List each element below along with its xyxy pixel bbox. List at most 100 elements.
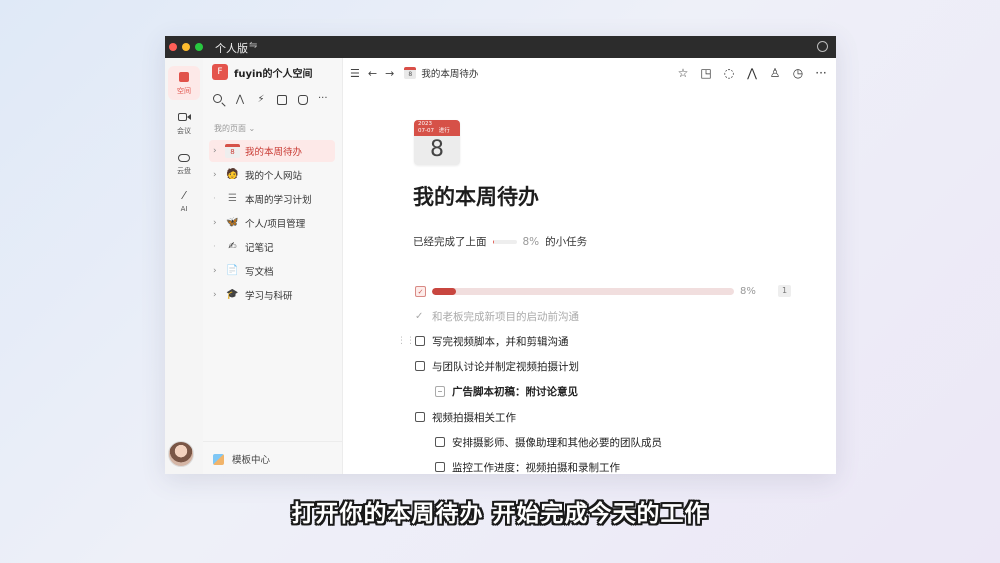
sidebar-item-personal-site[interactable]: › 🧑 我的个人网站 xyxy=(209,164,335,186)
expand-icon[interactable]: › xyxy=(213,218,222,228)
share-graph-icon[interactable]: ⋀ xyxy=(234,94,246,106)
task-text: 视频拍摄相关工作 xyxy=(432,411,516,424)
drag-handle-icon[interactable]: ⋮⋮ xyxy=(397,336,415,346)
sidebar-item-label: 本周的学习计划 xyxy=(245,195,312,206)
menu-icon[interactable]: ☰ xyxy=(350,67,360,80)
sync-icon[interactable] xyxy=(817,41,828,52)
minimize-window-button[interactable] xyxy=(182,43,190,51)
checkbox[interactable] xyxy=(415,336,425,346)
rail-label: AI xyxy=(180,205,188,213)
task-text: 和老板完成新项目的启动前沟通 xyxy=(432,310,579,323)
page-title[interactable]: 我的本周待办 xyxy=(413,181,539,211)
title-bar: 个人版 ⇋ xyxy=(165,36,836,58)
top-toolbar: ☆ ◳ ◌ ⋀ ♙ ◷ ··· xyxy=(676,66,828,80)
rail-item-meeting[interactable]: 会议 xyxy=(168,106,200,140)
task-text: 安排摄影师、摄像助理和其他必要的团队成员 xyxy=(452,436,662,449)
collaborator-icon[interactable]: ♙ xyxy=(768,66,782,80)
app-rail: 空间 会议 云盘 ⁄ AI xyxy=(165,58,203,474)
search-icon[interactable] xyxy=(213,94,225,106)
video-subtitle: 打开你的本周待办 开始完成今天的工作 xyxy=(291,501,709,527)
checkbox[interactable] xyxy=(415,412,425,422)
sidebar-item-label: 我的本周待办 xyxy=(245,147,303,158)
subtask-item[interactable]: 安排摄影师、摄像助理和其他必要的团队成员 xyxy=(435,434,662,450)
sidebar-item-label: 写文档 xyxy=(245,267,274,278)
butterfly-icon: 🦋 xyxy=(226,217,239,228)
main-content: ☰ ← → 8 我的本周待办 ☆ ◳ ◌ ⋀ ♙ ◷ ··· 2023 07-0… xyxy=(343,58,836,474)
document-icon xyxy=(435,385,445,397)
subtask-item[interactable]: 监控工作进度：视频拍摄和录制工作 xyxy=(435,459,620,474)
checkbox[interactable] xyxy=(435,437,445,447)
calendar-day: 8 xyxy=(430,137,444,162)
template-center-button[interactable]: 模板中心 xyxy=(213,452,270,466)
rail-label: 云盘 xyxy=(177,167,191,175)
switch-edition-icon[interactable]: ⇋ xyxy=(249,40,257,51)
space-icon xyxy=(177,70,191,84)
rail-item-cloud[interactable]: 云盘 xyxy=(168,146,200,180)
sidebar-item-research[interactable]: › 🎓 学习与科研 xyxy=(209,284,335,306)
history-icon[interactable]: ◷ xyxy=(791,66,805,80)
more-icon[interactable]: ··· xyxy=(814,66,828,80)
rail-label: 空间 xyxy=(177,87,191,95)
present-icon[interactable]: ◳ xyxy=(699,66,713,80)
section-label-my-pages[interactable]: 我的页面 ⌄ xyxy=(214,123,255,134)
checkbox-checked-icon[interactable]: ✓ xyxy=(415,285,426,297)
page-calendar-icon[interactable]: 2023 07-07 进行 8 xyxy=(414,120,460,165)
workspace-avatar: F xyxy=(212,64,228,80)
video-icon xyxy=(177,110,191,124)
star-icon[interactable]: ☆ xyxy=(676,66,690,80)
share-icon[interactable]: ⋀ xyxy=(745,66,759,80)
sidebar-item-notes[interactable]: · ✍ 记笔记 xyxy=(209,236,335,258)
check-icon[interactable]: ✓ xyxy=(415,311,425,322)
task-item[interactable]: ✓ 和老板完成新项目的启动前沟通 xyxy=(415,308,579,324)
sidebar-item-write-doc[interactable]: › 📄 写文档 xyxy=(209,260,335,282)
zoom-window-button[interactable] xyxy=(195,43,203,51)
sidebar-item-study-plan[interactable]: · ☰ 本周的学习计划 xyxy=(209,188,335,210)
task-text: 写完视频脚本，并和剪辑沟通 xyxy=(432,335,569,348)
graduation-cap-icon: 🎓 xyxy=(226,289,239,300)
cloud-icon xyxy=(177,150,191,164)
close-window-button[interactable] xyxy=(169,43,177,51)
sidebar-item-weekly-todo[interactable]: › 8 我的本周待办 xyxy=(209,140,335,162)
writing-hand-icon: ✍ xyxy=(228,241,237,252)
sidebar-item-label: 我的个人网站 xyxy=(245,171,303,182)
linked-doc-item[interactable]: 广告脚本初稿：附讨论意见 xyxy=(435,383,578,399)
task-progress-percent: 8% xyxy=(740,285,756,297)
expand-icon[interactable]: › xyxy=(213,146,222,156)
task-item[interactable]: 写完视频脚本，并和剪辑沟通 xyxy=(415,333,569,349)
user-avatar[interactable] xyxy=(168,441,194,467)
progress-summary: 已经完成了上面 8% 的小任务 xyxy=(413,234,587,249)
ai-wand-icon: ⁄ xyxy=(183,189,185,202)
bullet-dot: · xyxy=(213,242,216,252)
inbox-icon[interactable] xyxy=(297,94,309,106)
more-icon[interactable]: ··· xyxy=(318,94,330,106)
rail-item-ai[interactable]: ⁄ AI xyxy=(168,185,200,219)
sidebar-item-label: 记笔记 xyxy=(245,243,274,254)
forward-icon[interactable]: → xyxy=(385,67,394,80)
calendar-icon: 8 xyxy=(404,67,417,79)
workspace-switcher[interactable]: F fuyin的个人空间 xyxy=(212,64,313,80)
inline-progress-bar xyxy=(492,239,517,244)
comment-icon[interactable]: ◌ xyxy=(722,66,736,80)
rail-item-space[interactable]: 空间 xyxy=(168,66,200,100)
task-item[interactable]: 视频拍摄相关工作 xyxy=(415,409,516,425)
progress-prefix: 已经完成了上面 xyxy=(413,236,487,248)
window-title: 个人版 xyxy=(215,42,248,55)
inline-progress-percent: 8% xyxy=(522,235,540,248)
progress-suffix: 的小任务 xyxy=(545,236,588,248)
sidebar-item-label: 个人/项目管理 xyxy=(245,219,306,230)
sidebar-item-project-mgmt[interactable]: › 🦋 个人/项目管理 xyxy=(209,212,335,234)
app-window: 个人版 ⇋ 空间 会议 云盘 ⁄ AI F fuyin的个人空间 ⋀ ⚡ ···… xyxy=(165,36,836,474)
apps-icon[interactable] xyxy=(276,94,288,106)
expand-icon[interactable]: › xyxy=(213,266,222,276)
sidebar-toolbar: ⋀ ⚡ ··· xyxy=(213,94,330,106)
task-text: 监控工作进度：视频拍摄和录制工作 xyxy=(452,461,620,474)
breadcrumb[interactable]: 我的本周待办 xyxy=(421,66,478,80)
lightning-icon[interactable]: ⚡ xyxy=(255,94,267,106)
expand-icon[interactable]: › xyxy=(213,170,222,180)
checkbox[interactable] xyxy=(435,462,445,472)
task-text: 与团队讨论并制定视频拍摄计划 xyxy=(432,360,579,373)
checkbox[interactable] xyxy=(415,361,425,371)
task-item[interactable]: 与团队讨论并制定视频拍摄计划 xyxy=(415,358,579,374)
expand-icon[interactable]: › xyxy=(213,290,222,300)
back-icon[interactable]: ← xyxy=(368,67,377,80)
